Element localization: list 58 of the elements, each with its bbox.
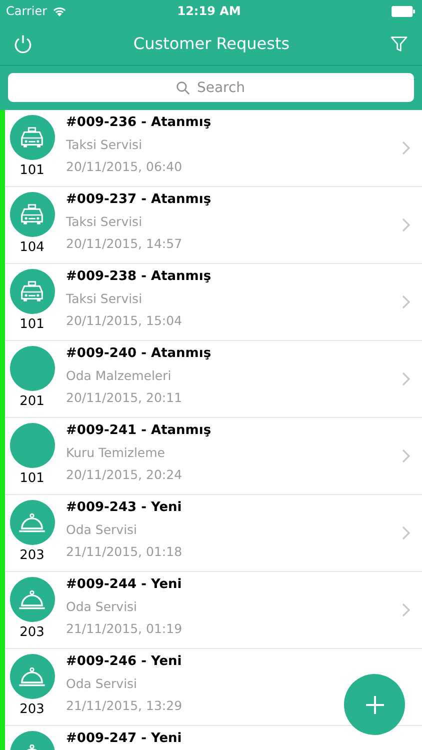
- request-date: 20/11/2015, 06:40: [66, 159, 182, 174]
- status-time: 12:19 AM: [176, 4, 242, 18]
- service-name: Taksi Servisi: [66, 214, 142, 229]
- request-date: 20/11/2015, 14:57: [66, 236, 182, 251]
- plus-icon: [364, 694, 384, 714]
- room-number: 203: [20, 548, 44, 563]
- room-number: 101: [20, 317, 44, 332]
- power-icon[interactable]: [12, 32, 34, 54]
- request-row[interactable]: 203 #009-244 - Yeni Oda Servisi 21/11/2015, 01:19: [5, 572, 422, 649]
- taxi-icon: [19, 126, 45, 148]
- service-avatar: [10, 423, 54, 468]
- service-name: Oda Servisi: [66, 599, 138, 614]
- request-date: 20/11/2015, 20:11: [66, 390, 182, 405]
- request-date: 20/11/2015, 15:04: [66, 313, 182, 328]
- room-number: 101: [20, 471, 44, 486]
- search-icon: [176, 81, 190, 95]
- request-title: #009-240 - Atanmış: [66, 346, 212, 361]
- battery-icon: [391, 6, 416, 16]
- service-avatar: [10, 346, 54, 391]
- service-name: Kuru Temizleme: [66, 445, 165, 460]
- cloche-icon: [18, 666, 46, 688]
- room-number: 203: [20, 625, 44, 640]
- request-date: 20/11/2015, 20:24: [66, 467, 182, 482]
- request-row[interactable]: 203 #009-243 - Yeni Oda Servisi 21/11/2015, 01:18: [5, 495, 422, 572]
- taxi-icon: [19, 280, 45, 302]
- filter-icon[interactable]: [388, 34, 409, 54]
- carrier-label: Carrier: [6, 4, 48, 18]
- request-date: 21/11/2015, 01:18: [66, 544, 182, 559]
- search-field[interactable]: Search: [8, 73, 414, 102]
- request-date: 21/11/2015, 01:19: [66, 621, 182, 636]
- taxi-icon: [19, 204, 45, 226]
- cloche-icon: [18, 512, 46, 534]
- request-title: #009-237 - Atanmış: [66, 192, 212, 207]
- request-title: #009-243 - Yeni: [66, 500, 182, 515]
- request-title: #009-238 - Atanmış: [66, 269, 212, 284]
- service-name: Taksi Servisi: [66, 291, 142, 306]
- service-name: Taksi Servisi: [66, 137, 142, 152]
- screen-title: Customer Requests: [133, 34, 290, 53]
- room-number: 203: [20, 702, 44, 717]
- request-row[interactable]: 101 #009-238 - Atanmış Taksi Servisi 20/11/2015, 15:04: [5, 264, 422, 341]
- room-number: 104: [20, 240, 44, 255]
- request-title: #009-247 - Yeni: [66, 731, 182, 746]
- service-name: Oda Servisi: [66, 522, 138, 537]
- cloche-icon: [18, 588, 46, 610]
- request-row[interactable]: 201 #009-240 - Atanmış Oda Malzemeleri 20/11/2015, 20:11: [5, 341, 422, 418]
- room-number: 201: [20, 394, 44, 409]
- service-name: Oda Servisi: [66, 676, 138, 691]
- request-title: #009-246 - Yeni: [66, 654, 182, 669]
- request-date: 21/11/2015, 13:29: [66, 698, 182, 713]
- request-title: #009-244 - Yeni: [66, 577, 182, 592]
- request-row[interactable]: 101 #009-236 - Atanmış Taksi Servisi 20/11/2015, 06:40: [5, 110, 422, 187]
- request-title: #009-236 - Atanmış: [66, 115, 212, 130]
- request-row[interactable]: 104 #009-237 - Atanmış Taksi Servisi 20/11/2015, 14:57: [5, 187, 422, 264]
- wifi-icon: [52, 6, 68, 16]
- request-row[interactable]: 101 #009-241 - Atanmış Kuru Temizleme 20/11/2015, 20:24: [5, 418, 422, 495]
- room-number: 101: [20, 163, 44, 178]
- service-name: Oda Malzemeleri: [66, 368, 172, 383]
- request-title: #009-241 - Atanmış: [66, 423, 212, 438]
